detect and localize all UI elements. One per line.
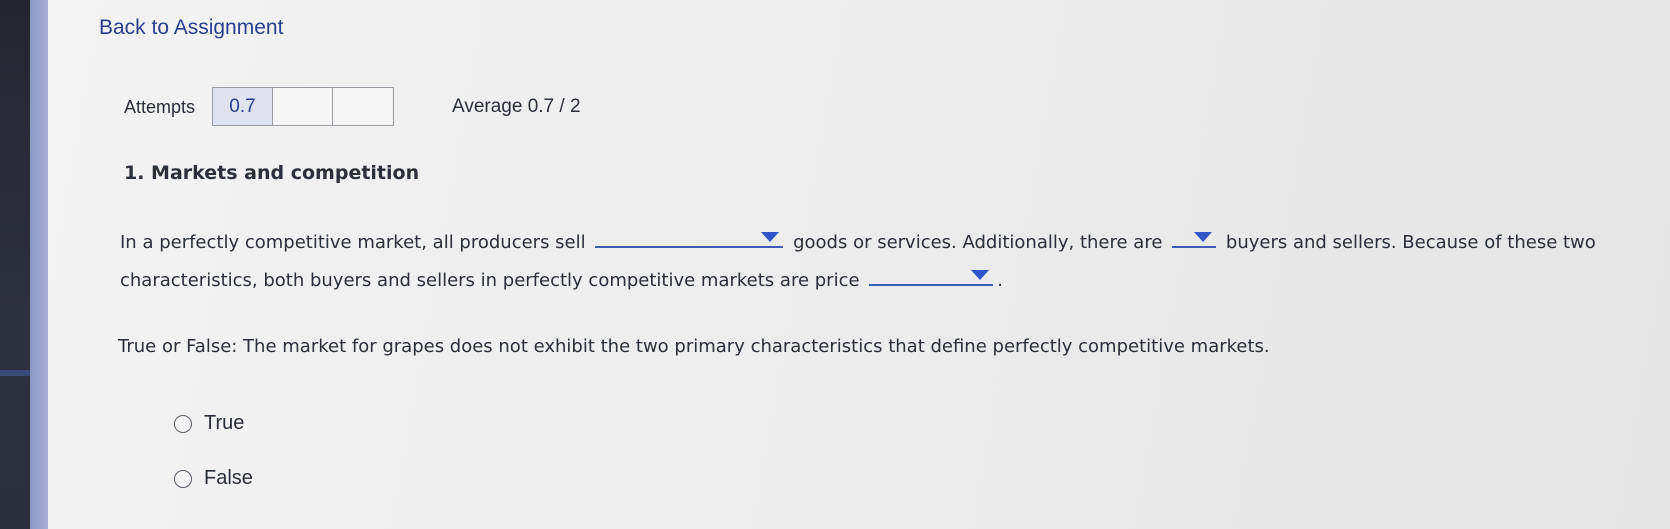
true-false-prompt: True or False: The market for grapes doe… (118, 336, 1270, 357)
radio-true[interactable] (174, 414, 192, 433)
question-title: 1. Markets and competition (124, 162, 420, 184)
sentence-part-2: goods or services. Additionally, there a… (793, 232, 1163, 253)
left-edge-stripe (0, 370, 30, 376)
assignment-page: Back to Assignment Attempts 0.7 Average … (48, 0, 1670, 529)
question-paragraph: In a perfectly competitive market, all p… (120, 224, 1620, 300)
sentence-part-1: In a perfectly competitive market, all p… (120, 232, 586, 253)
option-true[interactable]: True (174, 412, 244, 435)
attempt-box-3[interactable] (333, 88, 393, 125)
option-false-label: False (204, 467, 253, 489)
sentence-end: . (997, 270, 1004, 291)
goods-type-dropdown[interactable] (595, 228, 784, 248)
left-sidebar-stripe (30, 0, 48, 529)
chevron-down-icon (971, 270, 990, 280)
left-edge-dark (0, 0, 30, 529)
buyer-count-dropdown[interactable] (1172, 228, 1217, 248)
average-score: Average 0.7 / 2 (452, 96, 581, 117)
back-to-assignment-link[interactable]: Back to Assignment (99, 16, 283, 40)
chevron-down-icon (761, 232, 780, 242)
option-false[interactable]: False (174, 467, 253, 490)
attempt-box-1[interactable]: 0.7 (213, 88, 273, 125)
option-true-label: True (204, 412, 245, 434)
attempt-boxes: 0.7 (212, 87, 394, 126)
price-role-dropdown[interactable] (869, 266, 994, 286)
attempt-box-2[interactable] (273, 88, 333, 125)
chevron-down-icon (1194, 232, 1213, 242)
radio-false[interactable] (174, 469, 192, 488)
attempts-label: Attempts (124, 97, 196, 117)
